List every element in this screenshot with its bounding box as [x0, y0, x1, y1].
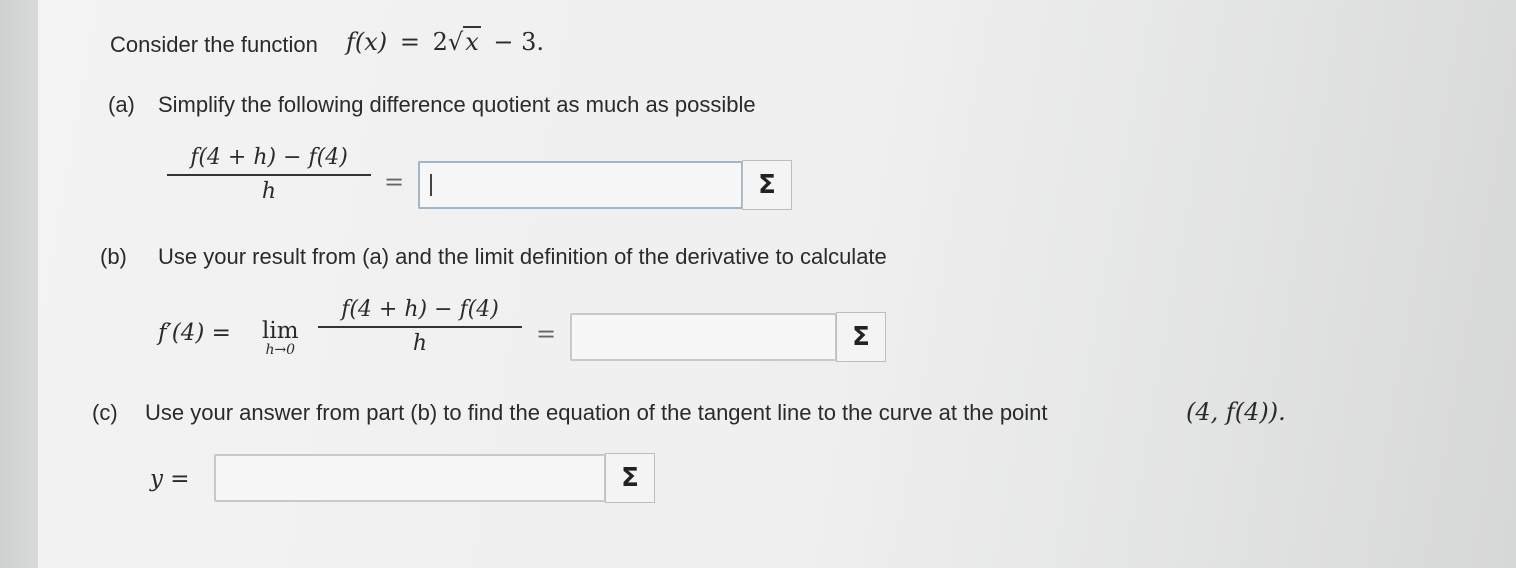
part-b-label: (b) [100, 244, 127, 269]
left-margin-strip [0, 0, 38, 568]
function-expression: f(x) = 2√x − 3. [346, 26, 545, 56]
text-cursor [430, 174, 432, 196]
y-equals-label: y = [150, 466, 190, 492]
part-a-prompt: Simplify the following difference quotie… [158, 92, 756, 117]
fraction-numerator: f(4 + h) − f(4) [190, 145, 348, 170]
fraction-numerator: f(4 + h) − f(4) [341, 297, 499, 322]
sigma-button-a[interactable]: Σ [742, 160, 792, 210]
derivative-lhs: f′(4) = [158, 320, 231, 346]
fraction-denominator: h [261, 179, 277, 204]
part-c-label: (c) [92, 400, 118, 425]
difference-quotient-b: f(4 + h) − f(4) h [318, 297, 522, 356]
answer-input-a[interactable] [418, 161, 743, 209]
difference-quotient-a: f(4 + h) − f(4) h [167, 145, 371, 204]
equals-sign: = [536, 320, 557, 348]
sigma-button-c[interactable]: Σ [605, 453, 655, 503]
intro-text: Consider the function [110, 32, 318, 57]
sigma-button-b[interactable]: Σ [836, 312, 886, 362]
part-b-prompt: Use your result from (a) and the limit d… [158, 244, 887, 269]
fraction-denominator: h [412, 331, 428, 356]
part-a-label: (a) [108, 92, 135, 117]
part-c-prompt: Use your answer from part (b) to find th… [145, 400, 1048, 425]
tangent-point: (4, f(4)). [1186, 398, 1286, 426]
answer-input-c[interactable] [214, 454, 606, 502]
answer-input-b[interactable] [570, 313, 837, 361]
equals-sign: = [384, 168, 405, 196]
limit-operator: lim h→0 [262, 318, 299, 358]
